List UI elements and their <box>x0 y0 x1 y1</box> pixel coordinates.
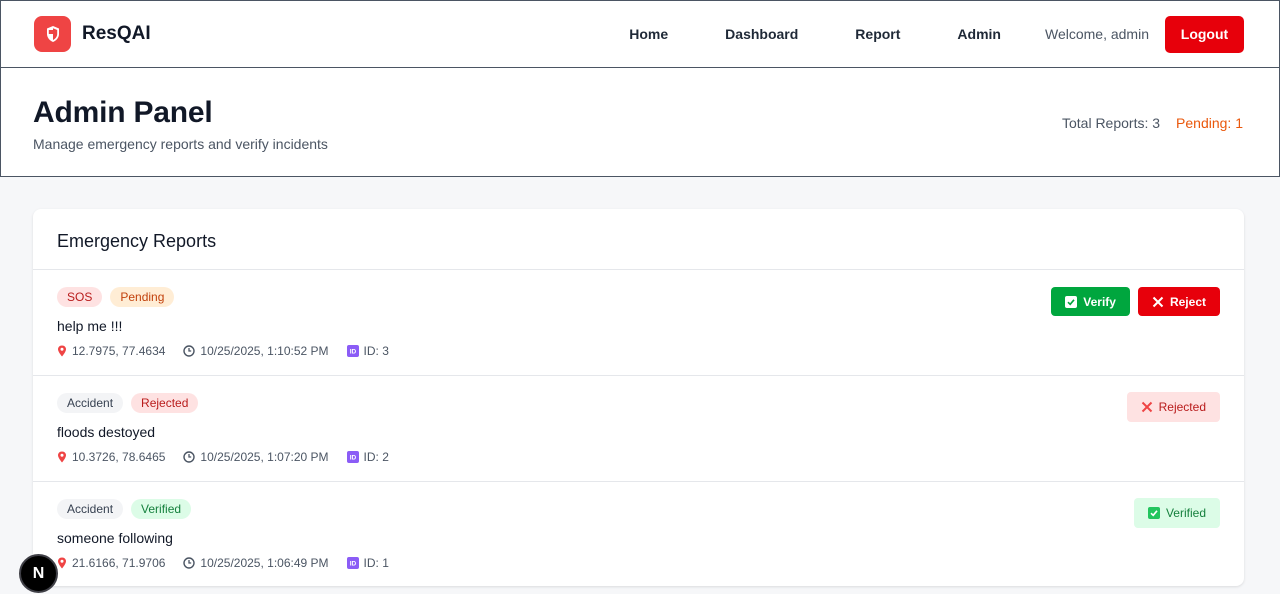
svg-text:ID: ID <box>349 349 356 356</box>
card-header: Emergency Reports <box>33 209 1244 270</box>
nav-report-link[interactable]: Report <box>855 26 900 42</box>
brand[interactable]: ResQAI <box>34 16 151 52</box>
timestamp-text: 10/25/2025, 1:10:52 PM <box>200 344 329 358</box>
id-text: ID: 1 <box>363 556 389 570</box>
reject-button[interactable]: Reject <box>1137 287 1220 316</box>
report-row: Accident Rejected floods destoyed 10.372… <box>33 376 1244 482</box>
verified-status-tag: Verified <box>1133 498 1220 528</box>
status-tag-label: Rejected <box>1158 400 1206 414</box>
report-description: help me !!! <box>57 318 123 334</box>
navbar: ResQAI Home Dashboard Report Admin Welco… <box>0 0 1280 68</box>
total-reports-stat: Total Reports: 3 <box>1061 115 1161 131</box>
time-meta: 10/25/2025, 1:07:20 PM <box>183 450 329 464</box>
coords-text: 21.6166, 71.9706 <box>72 556 166 570</box>
check-icon <box>1065 295 1078 308</box>
coords-text: 10.3726, 78.6465 <box>72 450 166 464</box>
id-icon: ID <box>346 451 359 463</box>
report-stats: Total Reports: 3 Pending: 1 <box>1062 115 1243 131</box>
pin-icon <box>58 557 66 569</box>
nav-links: Home Dashboard Report Admin Welcome, adm… <box>629 15 1244 53</box>
svg-text:ID: ID <box>349 561 356 568</box>
logout-button[interactable]: Logout <box>1165 15 1244 53</box>
reports-card: Emergency Reports SOS Pending help me !!… <box>33 209 1244 586</box>
report-meta: 10.3726, 78.6465 10/25/2025, 1:07:20 PM … <box>57 450 1220 464</box>
id-icon: ID <box>346 345 359 357</box>
nav-admin-link[interactable]: Admin <box>957 26 1001 42</box>
id-meta: ID ID: 3 <box>346 344 389 358</box>
timestamp-text: 10/25/2025, 1:07:20 PM <box>200 450 329 464</box>
welcome-text: Welcome, admin <box>1044 26 1149 42</box>
brand-name: ResQAI <box>82 23 151 44</box>
report-row: SOS Pending help me !!! 12.7975, 77.4634… <box>33 270 1244 376</box>
badges: SOS Pending <box>57 287 1220 307</box>
close-icon <box>1141 401 1152 413</box>
status-badge: Pending <box>110 287 175 307</box>
report-row: Accident Verified someone following 21.6… <box>33 482 1244 586</box>
id-meta: ID ID: 2 <box>346 450 389 464</box>
report-description: floods destoyed <box>57 424 156 440</box>
type-badge: SOS <box>57 287 103 307</box>
location-meta: 21.6166, 71.9706 <box>57 556 165 570</box>
badges: Accident Rejected <box>57 393 1220 413</box>
page-subtitle: Manage emergency reports and verify inci… <box>33 136 328 152</box>
clock-icon <box>183 557 196 569</box>
pending-stat: Pending: 1 <box>1176 115 1243 131</box>
report-actions: Verify Reject <box>1051 287 1220 316</box>
id-text: ID: 2 <box>363 450 389 464</box>
clock-icon <box>183 451 196 463</box>
id-meta: ID ID: 1 <box>346 556 389 570</box>
status-badge: Rejected <box>131 393 199 413</box>
verify-label: Verify <box>1083 294 1116 309</box>
location-meta: 10.3726, 78.6465 <box>57 450 165 464</box>
dev-tools-button[interactable]: N <box>19 554 58 593</box>
check-icon <box>1147 507 1160 519</box>
status-tag-label: Verified <box>1165 506 1206 520</box>
rejected-status-tag: Rejected <box>1126 392 1220 422</box>
location-meta: 12.7975, 77.4634 <box>57 344 165 358</box>
pin-icon <box>58 345 66 357</box>
shield-icon <box>34 16 71 52</box>
reject-label: Reject <box>1169 294 1206 309</box>
status-badge: Verified <box>131 499 192 519</box>
nav-home-link[interactable]: Home <box>629 26 668 42</box>
pin-icon <box>58 451 66 463</box>
report-meta: 12.7975, 77.4634 10/25/2025, 1:10:52 PM … <box>57 344 1220 358</box>
svg-text:ID: ID <box>349 455 356 462</box>
id-icon: ID <box>346 557 359 569</box>
coords-text: 12.7975, 77.4634 <box>72 344 166 358</box>
badges: Accident Verified <box>57 499 1220 519</box>
clock-icon <box>183 345 196 357</box>
nav-dashboard-link[interactable]: Dashboard <box>725 26 798 42</box>
type-badge: Accident <box>57 393 124 413</box>
close-icon <box>1152 296 1164 307</box>
id-text: ID: 3 <box>363 344 389 358</box>
page-header: Admin Panel Manage emergency reports and… <box>0 68 1280 177</box>
time-meta: 10/25/2025, 1:06:49 PM <box>183 556 329 570</box>
type-badge: Accident <box>57 499 124 519</box>
time-meta: 10/25/2025, 1:10:52 PM <box>183 344 329 358</box>
report-description: someone following <box>57 530 173 546</box>
timestamp-text: 10/25/2025, 1:06:49 PM <box>200 556 329 570</box>
report-meta: 21.6166, 71.9706 10/25/2025, 1:06:49 PM … <box>57 556 1220 570</box>
card-title: Emergency Reports <box>57 231 217 251</box>
verify-button[interactable]: Verify <box>1051 287 1130 316</box>
